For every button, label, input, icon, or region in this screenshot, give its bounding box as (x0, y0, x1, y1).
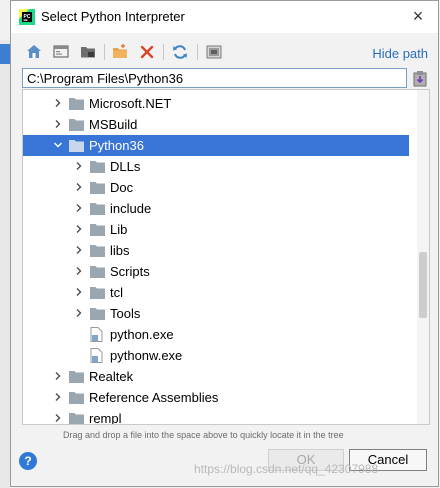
folder-icon (69, 392, 84, 404)
tree-row[interactable]: Tools (23, 303, 409, 324)
toolbar: Hide path (11, 41, 438, 65)
tree-item-label: rempl (89, 411, 122, 425)
tree-item-label: Reference Assemblies (89, 390, 219, 405)
tree-row[interactable]: pythonw.exe (23, 345, 409, 366)
chevron-right-icon[interactable] (74, 266, 84, 276)
help-icon[interactable]: ? (19, 452, 37, 470)
folder-icon (69, 413, 84, 424)
show-hidden-icon[interactable] (205, 43, 223, 61)
select-interpreter-dialog: PC Select Python Interpreter × Hide path… (10, 0, 439, 487)
tree-row[interactable]: MSBuild (23, 114, 409, 135)
svg-text:PC: PC (24, 14, 31, 20)
tree-item-label: Microsoft.NET (89, 96, 172, 111)
tree-row[interactable]: Microsoft.NET (23, 93, 409, 114)
tree-row[interactable]: Doc (23, 177, 409, 198)
tree-item-label: pythonw.exe (110, 348, 183, 363)
toolbar-separator (104, 44, 105, 60)
tree-scrollbar[interactable] (417, 90, 429, 424)
tree-item-label: Realtek (89, 369, 134, 384)
tree-item-label: Tools (110, 306, 141, 321)
tree-row[interactable]: python.exe (23, 324, 409, 345)
drag-drop-hint: Drag and drop a file into the space abov… (63, 430, 344, 440)
pycharm-app-icon: PC (19, 9, 35, 25)
chevron-right-icon[interactable] (53, 371, 63, 381)
folder-icon (69, 371, 84, 383)
tree-row[interactable]: include (23, 198, 409, 219)
project-icon[interactable] (79, 43, 97, 61)
chevron-right-icon[interactable] (74, 182, 84, 192)
folder-icon (90, 308, 105, 320)
tree-item-label: DLLs (110, 159, 141, 174)
chevron-right-icon[interactable] (74, 224, 84, 234)
chevron-right-icon[interactable] (74, 203, 84, 213)
folder-icon (69, 98, 84, 110)
tree-row[interactable]: DLLs (23, 156, 409, 177)
folder-icon (69, 140, 84, 152)
home-icon[interactable] (25, 43, 43, 61)
tree-item-label: Scripts (110, 264, 150, 279)
tree-item-label: Python36 (89, 138, 144, 153)
tree-row[interactable]: Python36 (23, 135, 409, 156)
tree-row[interactable]: Scripts (23, 261, 409, 282)
tree-row[interactable]: rempl (23, 408, 409, 425)
delete-icon[interactable] (138, 43, 156, 61)
tree-item-label: MSBuild (89, 117, 138, 132)
close-icon[interactable]: × (406, 5, 430, 27)
tree-row[interactable]: tcl (23, 282, 409, 303)
chevron-right-icon[interactable] (74, 287, 84, 297)
folder-icon (69, 119, 84, 131)
folder-icon (90, 245, 105, 257)
executable-file-icon (90, 327, 103, 342)
scrollbar-thumb[interactable] (419, 252, 427, 318)
tree-item-label: tcl (110, 285, 123, 300)
tree-item-label: libs (110, 243, 130, 258)
tree-row[interactable]: Lib (23, 219, 409, 240)
chevron-right-icon[interactable] (53, 392, 63, 402)
chevron-right-icon[interactable] (53, 413, 63, 423)
folder-icon (90, 224, 105, 236)
chevron-right-icon[interactable] (74, 161, 84, 171)
folder-icon (90, 266, 105, 278)
folder-icon (90, 287, 105, 299)
chevron-right-icon[interactable] (74, 308, 84, 318)
tree-item-label: python.exe (110, 327, 174, 342)
chevron-down-icon[interactable] (53, 140, 63, 150)
toolbar-separator (163, 44, 164, 60)
tree-row[interactable]: Reference Assemblies (23, 387, 409, 408)
refresh-icon[interactable] (171, 43, 189, 61)
new-folder-icon[interactable] (111, 43, 129, 61)
tree-row[interactable]: libs (23, 240, 409, 261)
chevron-right-icon[interactable] (74, 245, 84, 255)
chevron-right-icon[interactable] (53, 98, 63, 108)
background-window (0, 40, 10, 488)
hide-path-link[interactable]: Hide path (372, 46, 428, 61)
toolbar-separator (197, 44, 198, 60)
tree-item-label: Lib (110, 222, 128, 237)
dialog-title: Select Python Interpreter (41, 9, 185, 24)
path-input[interactable]: C:\Program Files\Python36 (22, 68, 407, 88)
background-window-highlight (0, 44, 10, 64)
title-bar: PC Select Python Interpreter × (11, 1, 438, 33)
file-tree[interactable]: rempl Reference Assemblies Realtek pythonw.… (22, 89, 430, 425)
watermark: https://blog.csdn.net/qq_42307988 (194, 462, 379, 476)
tree-item-label: include (110, 201, 152, 216)
executable-file-icon (90, 348, 103, 363)
tree-row[interactable]: Realtek (23, 366, 409, 387)
folder-icon (90, 203, 105, 215)
folder-icon (90, 161, 105, 173)
tree-item-label: Doc (110, 180, 134, 195)
folder-icon (90, 182, 105, 194)
history-icon[interactable] (412, 69, 428, 87)
chevron-right-icon[interactable] (53, 119, 63, 129)
desktop-icon[interactable] (52, 43, 70, 61)
